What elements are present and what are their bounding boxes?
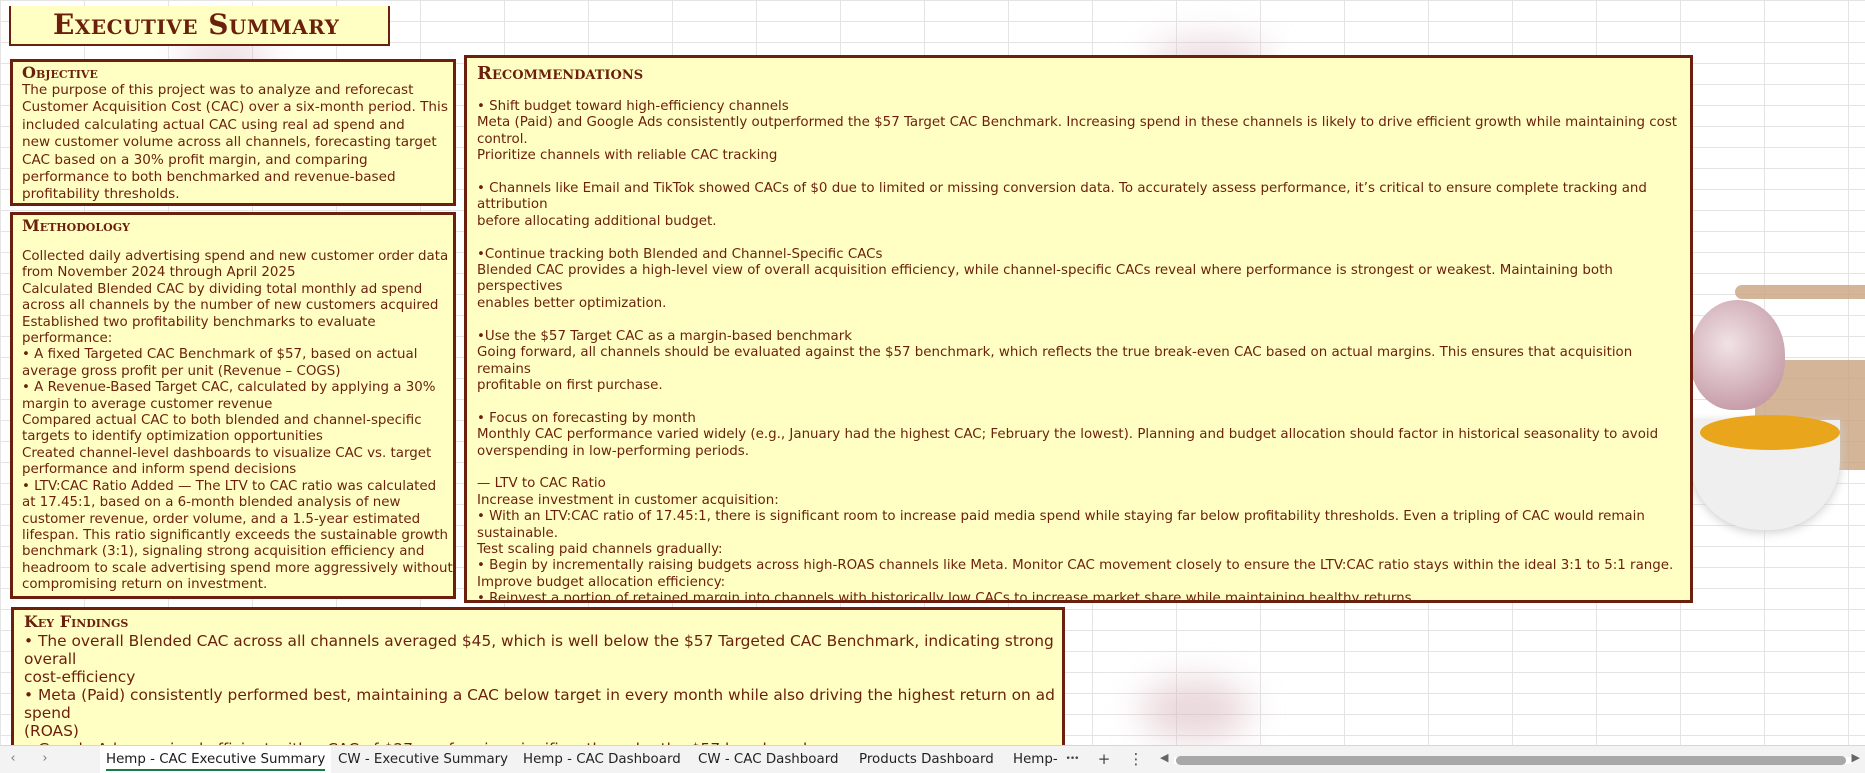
key-findings-heading: Key Findings	[24, 612, 129, 631]
recommendations-panel: Recommendations • Shift budget toward hi…	[464, 55, 1693, 603]
objective-heading: Objective	[22, 63, 98, 82]
background-photo-garlic	[1690, 300, 1785, 410]
methodology-panel: Methodology Collected daily advertising …	[10, 212, 456, 599]
tab-cw-executive-summary[interactable]: CW - Executive Summary	[332, 746, 514, 773]
active-tab-indicator	[106, 769, 326, 771]
background-photo-spice	[1700, 415, 1840, 450]
tab-label: Hemp - CAC Dashboard	[523, 752, 681, 767]
horizontal-scrollbar[interactable]: ◀ ▶	[1160, 751, 1860, 767]
next-sheet-icon[interactable]: ›	[36, 750, 54, 768]
spreadsheet-grid[interactable]: Executive Summary Objective The purpose …	[0, 0, 1865, 745]
tab-label: CW - CAC Dashboard	[698, 752, 839, 767]
add-sheet-icon[interactable]: +	[1094, 749, 1114, 769]
objective-panel: Objective The purpose of this project wa…	[10, 59, 456, 206]
title-banner: Executive Summary	[9, 6, 390, 46]
sheet-menu-icon[interactable]: ⋮	[1126, 749, 1146, 769]
tab-hemp-truncated[interactable]: Hemp-	[1007, 746, 1064, 773]
key-findings-text: • The overall Blended CAC across all cha…	[24, 632, 1055, 745]
tab-label: CW - Executive Summary	[338, 752, 509, 767]
methodology-text: Collected daily advertising spend and ne…	[22, 249, 453, 593]
scroll-left-icon[interactable]: ◀	[1160, 751, 1168, 764]
sheet-tab-bar: ‹ › Hemp - CAC Executive Summary CW - Ex…	[0, 745, 1865, 773]
scroll-thumb[interactable]	[1176, 756, 1846, 765]
background-photo-wood	[1735, 285, 1865, 299]
tab-label: Hemp - CAC Executive Summary	[106, 752, 326, 767]
key-findings-panel: Key Findings • The overall Blended CAC a…	[11, 607, 1065, 745]
tab-cw-cac-dashboard[interactable]: CW - CAC Dashboard	[692, 746, 844, 773]
tab-hemp-cac-dashboard[interactable]: Hemp - CAC Dashboard	[517, 746, 687, 773]
background-photo-spot	[1140, 680, 1250, 740]
tab-hemp-cac-executive-summary[interactable]: Hemp - CAC Executive Summary	[100, 746, 332, 773]
page-title: Executive Summary	[53, 8, 340, 41]
recommendations-heading: Recommendations	[477, 63, 644, 84]
methodology-heading: Methodology	[22, 216, 130, 235]
objective-text: The purpose of this project was to analy…	[22, 82, 448, 203]
tab-products-dashboard[interactable]: Products Dashboard	[853, 746, 1000, 773]
tab-label: Products Dashboard	[859, 752, 994, 767]
prev-sheet-icon[interactable]: ‹	[4, 750, 22, 768]
more-sheets-icon[interactable]: •••	[1062, 749, 1082, 769]
recommendations-text: • Shift budget toward high-efficiency ch…	[477, 99, 1678, 603]
scroll-right-icon[interactable]: ▶	[1852, 751, 1860, 764]
tab-label: Hemp-	[1013, 752, 1058, 767]
